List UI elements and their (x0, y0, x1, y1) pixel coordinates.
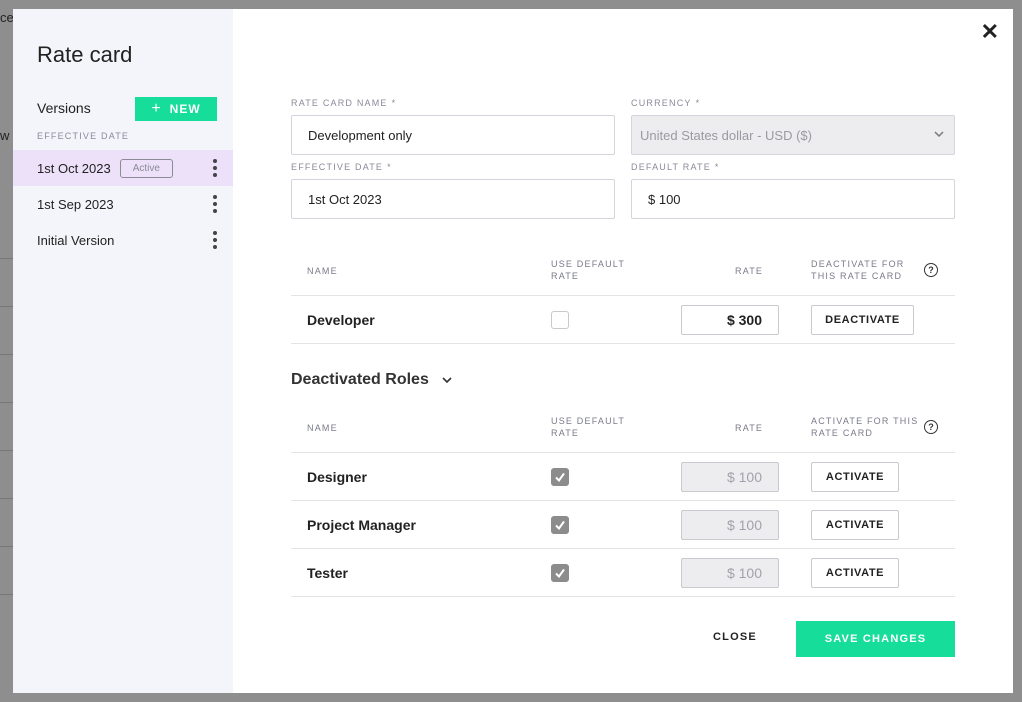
rate-card-name-label: RATE CARD NAME * (291, 98, 397, 108)
version-item[interactable]: 1st Sep 2023 (13, 186, 233, 222)
rate-card-name-value: Development only (308, 127, 413, 143)
version-item-label: 1st Oct 2023 (37, 160, 111, 176)
deactivate-button[interactable]: DEACTIVATE (811, 305, 914, 335)
activate-button[interactable]: ACTIVATE (811, 558, 899, 588)
activate-button[interactable]: ACTIVATE (811, 462, 899, 492)
rate-input[interactable]: $ 100 (681, 462, 779, 492)
version-item-label: 1st Sep 2023 (37, 196, 114, 212)
section-title: Deactivated Roles (291, 371, 429, 388)
close-icon[interactable]: ✕ (981, 21, 999, 43)
background-divider (0, 450, 13, 451)
table-divider (291, 500, 955, 501)
background-divider (0, 354, 13, 355)
background-text-fragment: ce (0, 10, 14, 25)
background-divider (0, 546, 13, 547)
table-divider (291, 596, 955, 597)
effective-date-value: 1st Oct 2023 (308, 191, 382, 207)
effective-date-label: EFFECTIVE DATE * (291, 162, 392, 172)
chevron-down-icon (442, 377, 452, 384)
version-item-label: Initial Version (37, 232, 115, 248)
new-version-button[interactable]: + NEW (135, 97, 217, 121)
effective-date-column-label: EFFECTIVE DATE (37, 131, 130, 141)
default-rate-value: $ 100 (648, 191, 681, 207)
more-options-icon[interactable] (213, 195, 217, 213)
modal-title: Rate card (37, 42, 133, 67)
background-divider (0, 258, 13, 259)
rate-card-name-input[interactable]: Development only (291, 115, 615, 155)
version-item[interactable]: 1st Oct 2023 Active (13, 150, 233, 186)
table-divider (291, 343, 955, 344)
use-default-rate-checkbox[interactable] (551, 516, 569, 534)
table-divider (291, 295, 955, 296)
save-changes-button[interactable]: SAVE CHANGES (796, 621, 955, 657)
help-icon[interactable]: ? (924, 263, 938, 277)
version-item[interactable]: Initial Version (13, 222, 233, 258)
status-badge: Active (119, 158, 173, 178)
column-header-use-default: USE DEFAULT RATE (551, 416, 625, 438)
column-header-name: NAME (307, 423, 338, 433)
more-options-icon[interactable] (213, 159, 217, 177)
column-header-rate: RATE (735, 266, 764, 276)
new-version-button-label: NEW (169, 102, 201, 116)
default-rate-input[interactable]: $ 100 (631, 179, 955, 219)
checkmark-icon (555, 568, 565, 579)
checkmark-icon (555, 472, 565, 483)
role-name: Designer (307, 469, 367, 485)
background-divider (0, 498, 13, 499)
versions-sidebar: Rate card Versions + NEW EFFECTIVE DATE … (13, 9, 233, 693)
column-header-rate: RATE (735, 423, 764, 433)
use-default-rate-checkbox[interactable] (551, 311, 569, 329)
background-divider (0, 594, 13, 595)
currency-value: United States dollar - USD ($) (640, 127, 812, 143)
currency-label: CURRENCY * (631, 98, 701, 108)
column-header-activate: ACTIVATE FOR THIS RATE CARD (811, 416, 919, 438)
help-icon[interactable]: ? (924, 420, 938, 434)
deactivated-roles-toggle[interactable]: Deactivated Roles (291, 371, 453, 389)
more-options-icon[interactable] (213, 231, 217, 249)
plus-icon: + (151, 100, 162, 117)
default-rate-label: DEFAULT RATE * (631, 162, 720, 172)
rate-input[interactable]: $ 100 (681, 510, 779, 540)
background-divider (0, 306, 13, 307)
role-name: Developer (307, 312, 375, 328)
table-divider (291, 548, 955, 549)
role-name: Tester (307, 565, 348, 581)
currency-select[interactable]: United States dollar - USD ($) (631, 115, 955, 155)
background-divider (0, 402, 13, 403)
activate-button[interactable]: ACTIVATE (811, 510, 899, 540)
table-divider (291, 452, 955, 453)
use-default-rate-checkbox[interactable] (551, 468, 569, 486)
column-header-deactivate: DEACTIVATE FOR THIS RATE CARD (811, 259, 905, 281)
role-name: Project Manager (307, 517, 416, 533)
rate-card-form: ✕ RATE CARD NAME * Development only CURRE… (233, 9, 1013, 693)
rate-input[interactable]: $ 100 (681, 558, 779, 588)
versions-label: Versions (37, 100, 91, 116)
effective-date-input[interactable]: 1st Oct 2023 (291, 179, 615, 219)
checkmark-icon (555, 520, 565, 531)
background-text-fragment: w (0, 128, 10, 143)
rate-input[interactable]: $ 300 (681, 305, 779, 335)
column-header-use-default: USE DEFAULT RATE (551, 259, 625, 281)
close-button[interactable]: CLOSE (713, 631, 757, 643)
rate-card-modal: Rate card Versions + NEW EFFECTIVE DATE … (13, 9, 1013, 693)
chevron-down-icon (934, 131, 944, 138)
use-default-rate-checkbox[interactable] (551, 564, 569, 582)
column-header-name: NAME (307, 266, 338, 276)
